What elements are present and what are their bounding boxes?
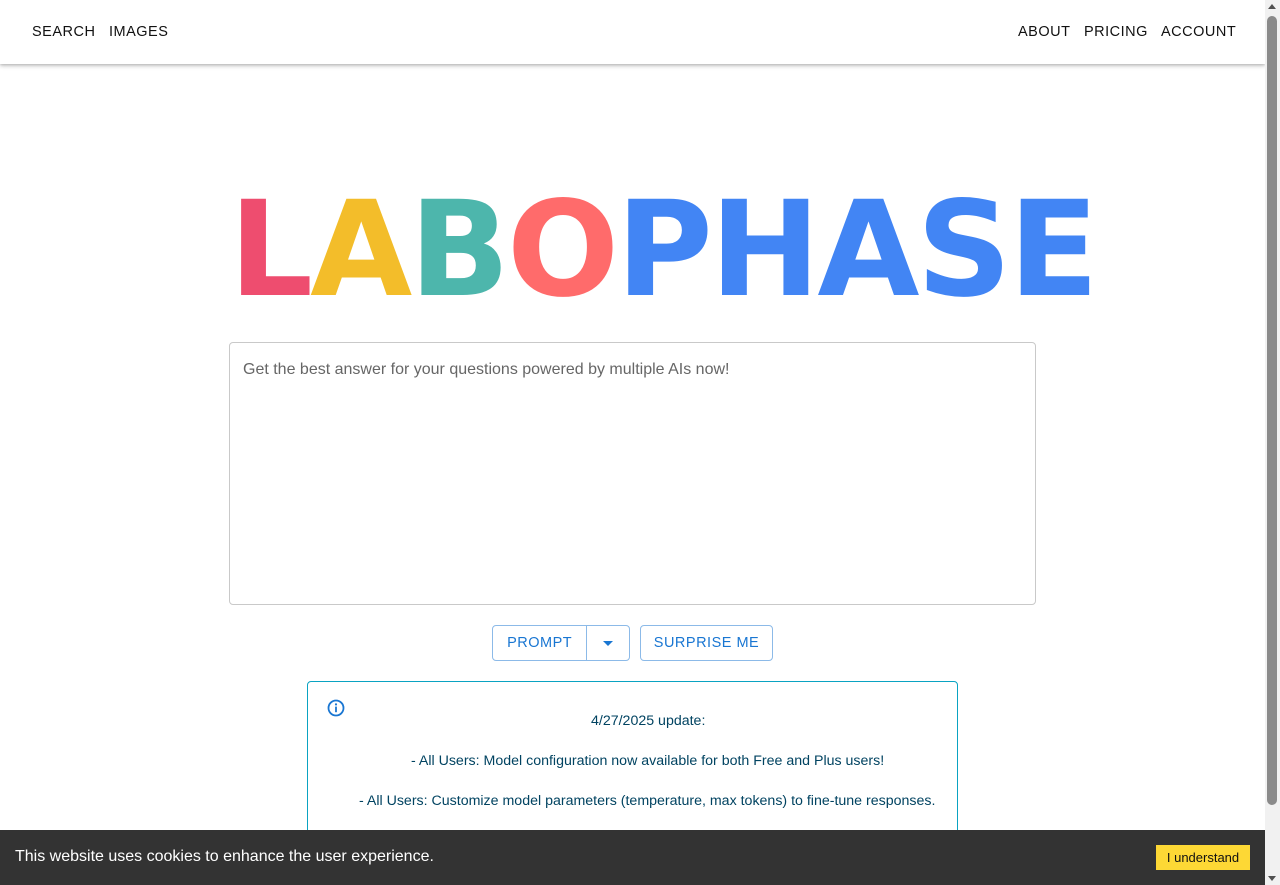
logo-letter: L (229, 173, 313, 327)
alert-line: - All Users: Customize model parameters … (359, 793, 936, 809)
logo-letter: P (616, 173, 713, 327)
cookie-message: This website uses cookies to enhance the… (15, 848, 434, 865)
logo-letter: E (1008, 173, 1099, 327)
logo-letter: H (709, 173, 820, 327)
scroll-down-arrow-icon[interactable] (1268, 876, 1276, 881)
prompt-button[interactable]: PROMPT (493, 626, 588, 660)
caret-down-icon (603, 641, 614, 646)
top-navigation-bar: SEARCH IMAGES ABOUT PRICING ACCOUNT (0, 0, 1265, 64)
logo-letter: S (916, 173, 1012, 327)
scroll-up-arrow-icon[interactable] (1268, 4, 1276, 9)
page: SEARCH IMAGES ABOUT PRICING ACCOUNT LABO… (0, 0, 1265, 885)
nav-pricing-link[interactable]: PRICING (1084, 0, 1148, 64)
alert-line: 4/27/2025 update: (591, 713, 706, 729)
nav-images-link[interactable]: IMAGES (109, 0, 168, 64)
logo-letter: A (817, 173, 919, 327)
prompt-split-button: PROMPT (492, 625, 630, 661)
nav-search-link[interactable]: SEARCH (32, 0, 95, 64)
cookie-consent-bar: This website uses cookies to enhance the… (0, 830, 1265, 885)
vertical-scrollbar[interactable] (1265, 0, 1280, 885)
nav-about-link[interactable]: ABOUT (1018, 0, 1070, 64)
scrollbar-thumb[interactable] (1267, 16, 1277, 805)
nav-account-link[interactable]: ACCOUNT (1161, 0, 1236, 64)
prompt-input[interactable] (229, 342, 1036, 605)
logo-letter: B (409, 173, 510, 327)
info-icon (327, 699, 345, 717)
logo-letter: A (310, 173, 412, 327)
logo-letter: O (506, 173, 619, 327)
surprise-me-button[interactable]: SURPRISE ME (640, 625, 773, 661)
prompt-dropdown-button[interactable] (587, 626, 629, 660)
labophase-logo: LABOPHASE (229, 173, 1099, 327)
accept-cookies-button[interactable]: I understand (1156, 845, 1250, 870)
alert-line: - All Users: Model configuration now ava… (411, 753, 885, 769)
